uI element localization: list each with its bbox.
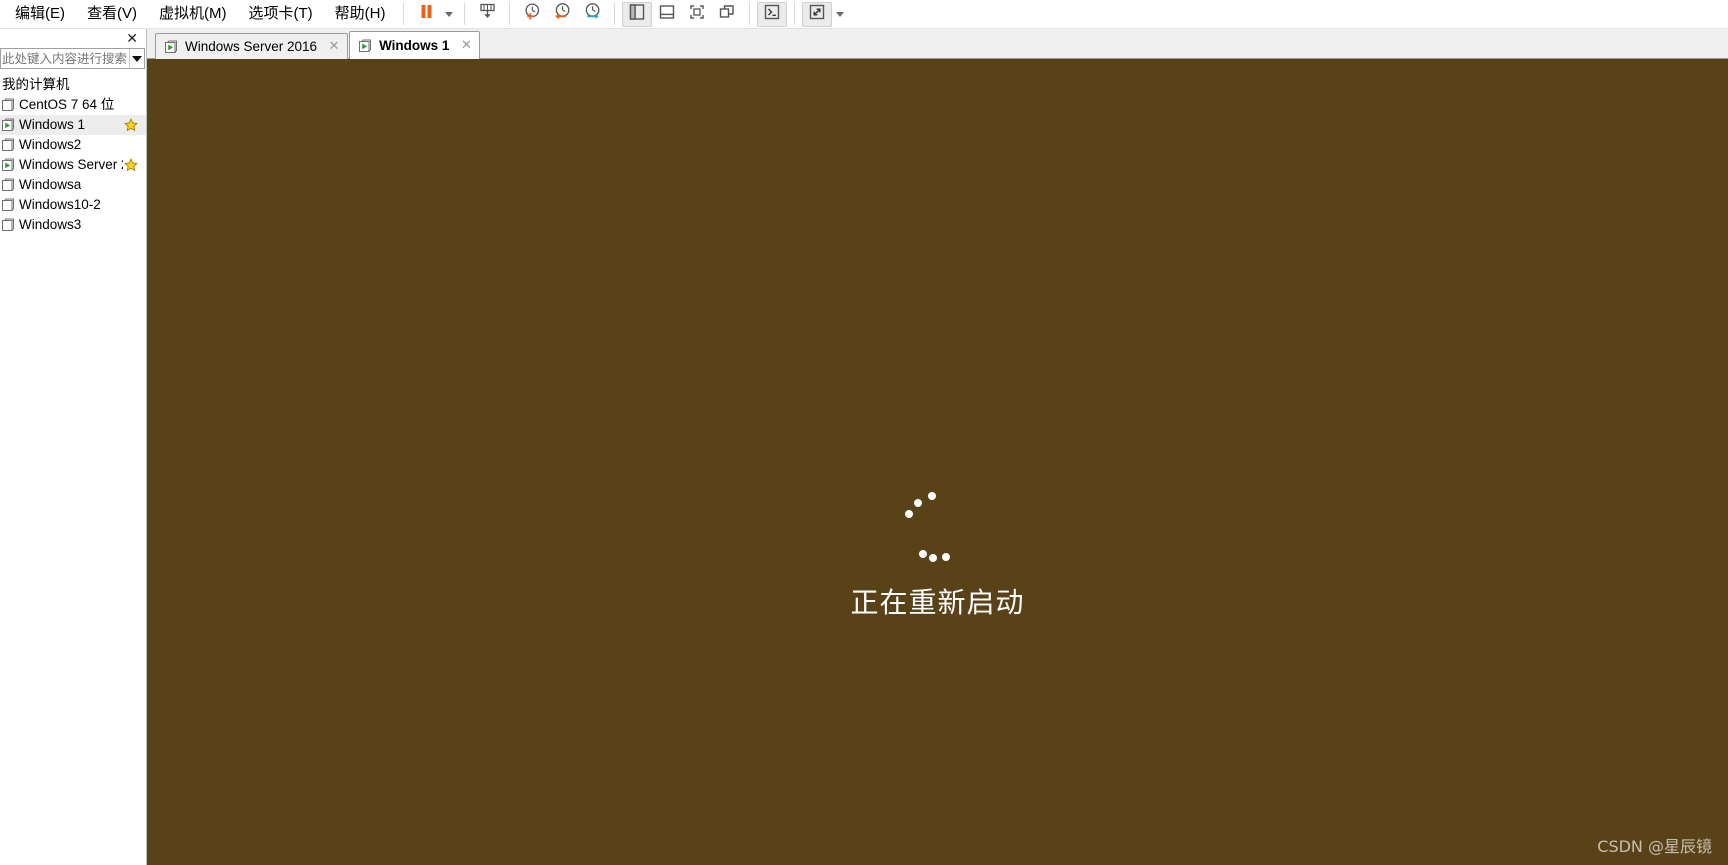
unity-mode-button[interactable] <box>712 2 742 27</box>
vm-powered-off-icon <box>1 98 15 112</box>
toolbar-separator <box>464 3 466 25</box>
top-strip: 编辑(E) 查看(V) 虚拟机(M) 选项卡(T) 帮助(H) <box>0 0 1728 29</box>
close-tab-icon[interactable]: ✕ <box>327 40 341 54</box>
power-dropdown-button[interactable] <box>441 2 457 27</box>
enter-fullscreen-button[interactable] <box>682 2 712 27</box>
pause-icon <box>418 3 435 25</box>
spinner-dot <box>928 492 937 501</box>
vm-list-item-label: Windows3 <box>19 217 82 232</box>
menu-vm[interactable]: 虚拟机(M) <box>148 1 238 27</box>
expand-view-button[interactable] <box>802 1 833 27</box>
menu-help[interactable]: 帮助(H) <box>324 1 397 27</box>
vm-running-icon <box>1 158 15 172</box>
vmware-workstation-window: 编辑(E) 查看(V) 虚拟机(M) 选项卡(T) 帮助(H) ✕ 此处键入内容… <box>0 0 1728 865</box>
vm-tab-label: Windows 1 <box>379 37 450 53</box>
vm-list-item[interactable]: Windows10-2 <box>0 195 146 215</box>
menu-tabs[interactable]: 选项卡(T) <box>238 1 324 27</box>
main-body: ✕ 我的计算机 CentOS 7 64 位 Windows 1 Windows2 Wi… <box>0 29 1728 865</box>
take-snapshot-button[interactable] <box>517 2 547 27</box>
vm-tab-label: Windows Server 2016 <box>185 38 318 54</box>
vm-running-icon <box>164 40 179 54</box>
library-search-row <box>0 48 145 69</box>
chevron-down-icon <box>132 55 142 62</box>
toolbar-separator <box>749 3 751 25</box>
console-view-button[interactable] <box>757 1 788 27</box>
send-ctrl-alt-del-icon <box>478 2 497 26</box>
vm-list-item-label: Windows2 <box>19 137 82 152</box>
vm-console[interactable]: 正在重新启动 CSDN @星辰镜 <box>147 59 1728 865</box>
vm-list-item[interactable]: Windows2 <box>0 135 146 155</box>
vm-tab[interactable]: Windows Server 2016 ✕ <box>155 33 349 59</box>
menu-edit[interactable]: 编辑(E) <box>4 1 76 27</box>
vm-list-item-label: CentOS 7 64 位 <box>19 97 115 112</box>
favorite-star-icon[interactable] <box>124 158 138 172</box>
vm-running-icon <box>1 118 15 132</box>
spinner-dot <box>929 553 938 562</box>
vm-list-item[interactable]: Windows 1 <box>0 115 146 135</box>
expand-icon <box>808 3 826 26</box>
show-thumbnail-bar-icon <box>658 3 676 26</box>
vm-tab[interactable]: Windows 1 ✕ <box>349 31 481 59</box>
vm-list-item[interactable]: Windowsa <box>0 175 146 195</box>
close-library-icon[interactable]: ✕ <box>123 32 141 46</box>
vm-list: CentOS 7 64 位 Windows 1 Windows2 Windows Se… <box>0 95 146 235</box>
toolbar-separator <box>794 3 796 25</box>
console-icon <box>763 3 781 26</box>
watermark: CSDN @星辰镜 <box>1597 837 1712 856</box>
show-library-icon <box>628 3 646 26</box>
boot-status-text: 正在重新启动 <box>850 586 1025 619</box>
toolbar-separator <box>403 3 405 25</box>
spinner-dot <box>905 509 914 518</box>
boot-status-area: 正在重新启动 <box>147 491 1728 621</box>
tree-root-my-computer[interactable]: 我的计算机 <box>0 72 146 95</box>
snapshot-take-icon <box>523 2 542 26</box>
unity-mode-icon <box>718 3 736 26</box>
manage-snapshots-button[interactable] <box>577 2 607 27</box>
chevron-down-icon <box>836 11 845 17</box>
vm-list-item[interactable]: Windows3 <box>0 215 146 235</box>
menu-view[interactable]: 查看(V) <box>76 1 148 27</box>
vm-list-item-label: Windowsa <box>19 177 82 192</box>
vm-list-item-label: Windows 1 <box>19 117 86 132</box>
vm-library-tree: 我的计算机 CentOS 7 64 位 Windows 1 Windows2 Wind… <box>0 69 146 865</box>
toolbar <box>411 0 848 28</box>
snapshot-manage-icon <box>583 2 602 26</box>
spinner-dot <box>941 552 950 561</box>
show-library-button[interactable] <box>622 1 653 27</box>
loading-spinner-icon <box>902 491 974 563</box>
toolbar-separator <box>509 3 511 25</box>
vm-powered-off-icon <box>1 178 15 192</box>
vm-list-item[interactable]: CentOS 7 64 位 <box>0 95 146 115</box>
vm-list-item-label: Windows Server 2 <box>19 157 123 172</box>
vm-powered-off-icon <box>1 198 15 212</box>
chevron-down-icon <box>445 11 454 17</box>
fullscreen-icon <box>688 3 706 26</box>
menu-bar: 编辑(E) 查看(V) 虚拟机(M) 选项卡(T) 帮助(H) <box>0 0 396 28</box>
vm-powered-off-icon <box>1 138 15 152</box>
close-tab-icon[interactable]: ✕ <box>459 39 473 53</box>
spinner-dot <box>914 498 923 507</box>
favorite-star-icon[interactable] <box>124 118 138 132</box>
expand-dropdown-button[interactable] <box>832 2 848 27</box>
vm-list-item[interactable]: Windows Server 2 <box>0 155 146 175</box>
revert-snapshot-button[interactable] <box>547 2 577 27</box>
power-pause-button[interactable] <box>411 2 441 27</box>
right-pane: Windows Server 2016 ✕ Windows 1 ✕ 正在重新启动 CS… <box>147 29 1728 865</box>
library-header: ✕ <box>0 29 146 48</box>
tab-strip: Windows Server 2016 ✕ Windows 1 ✕ <box>147 29 1728 59</box>
search-input[interactable] <box>1 49 130 68</box>
vm-powered-off-icon <box>1 218 15 232</box>
library-sidebar: ✕ 我的计算机 CentOS 7 64 位 Windows 1 Windows2 Wi… <box>0 29 147 865</box>
spinner-dot <box>918 550 927 559</box>
vm-list-item-label: Windows10-2 <box>19 197 101 212</box>
toolbar-separator <box>614 3 616 25</box>
search-dropdown-button[interactable] <box>129 49 144 68</box>
show-thumbnail-bar-button[interactable] <box>652 2 682 27</box>
vm-running-icon <box>358 39 373 53</box>
send-ctrl-alt-del-button[interactable] <box>472 2 502 27</box>
snapshot-revert-icon <box>553 2 572 26</box>
